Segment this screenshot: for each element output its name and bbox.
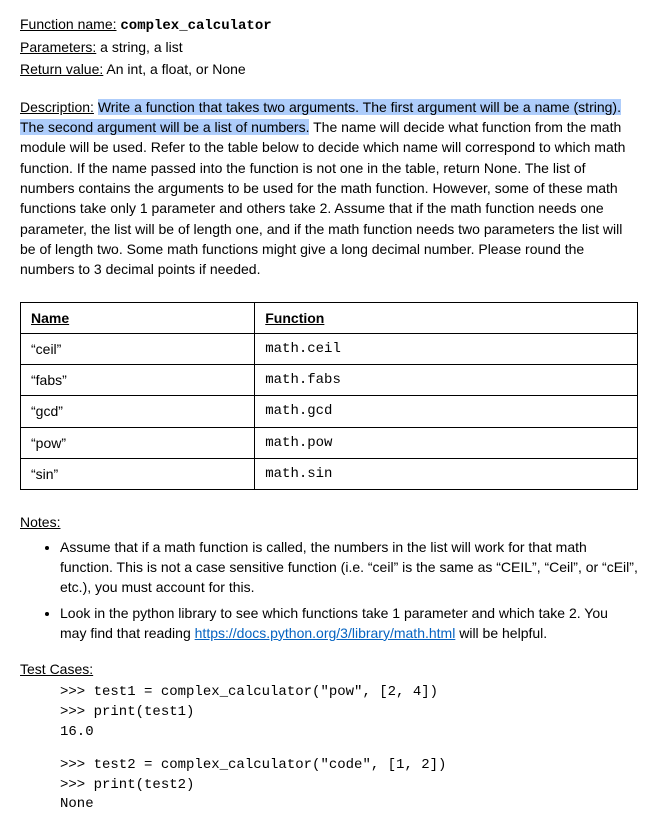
- note2-post: will be helpful.: [455, 625, 547, 641]
- test-block-2: >>> test2 = complex_calculator("code", […: [60, 756, 638, 815]
- table-cell-name: “fabs”: [21, 365, 255, 396]
- notes-label: Notes:: [20, 512, 638, 532]
- return-label: Return value:: [20, 61, 103, 77]
- docs-link[interactable]: https://docs.python.org/3/library/math.h…: [195, 625, 456, 641]
- table-header-function: Function: [255, 302, 638, 333]
- return-value: An int, a float, or None: [106, 61, 245, 77]
- table-cell-func: math.gcd: [255, 396, 638, 427]
- function-table: Name Function “ceil” math.ceil “fabs” ma…: [20, 302, 638, 491]
- table-cell-func: math.sin: [255, 459, 638, 490]
- table-row: “ceil” math.ceil: [21, 333, 638, 364]
- table-cell-func: math.ceil: [255, 333, 638, 364]
- description-block: Description: Write a function that takes…: [20, 97, 638, 280]
- table-row: “pow” math.pow: [21, 427, 638, 458]
- table-cell-name: “ceil”: [21, 333, 255, 364]
- table-header-row: Name Function: [21, 302, 638, 333]
- list-item: Look in the python library to see which …: [60, 603, 638, 644]
- parameters-value: a string, a list: [100, 39, 182, 55]
- function-name-value: complex_calculator: [120, 18, 271, 34]
- notes-list: Assume that if a math function is called…: [20, 537, 638, 643]
- table-row: “sin” math.sin: [21, 459, 638, 490]
- table-row: “gcd” math.gcd: [21, 396, 638, 427]
- description-label: Description:: [20, 99, 94, 115]
- table-cell-func: math.pow: [255, 427, 638, 458]
- table-header-name: Name: [21, 302, 255, 333]
- list-item: Assume that if a math function is called…: [60, 537, 638, 598]
- function-name-label: Function name:: [20, 16, 117, 32]
- test-block-1: >>> test1 = complex_calculator("pow", [2…: [60, 683, 638, 742]
- description-rest: The name will decide what function from …: [20, 119, 625, 277]
- return-line: Return value: An int, a float, or None: [20, 59, 638, 79]
- table-cell-func: math.fabs: [255, 365, 638, 396]
- parameters-label: Parameters:: [20, 39, 96, 55]
- table-row: “fabs” math.fabs: [21, 365, 638, 396]
- table-cell-name: “gcd”: [21, 396, 255, 427]
- table-cell-name: “sin”: [21, 459, 255, 490]
- function-name-line: Function name: complex_calculator: [20, 14, 638, 36]
- parameters-line: Parameters: a string, a list: [20, 37, 638, 57]
- table-cell-name: “pow”: [21, 427, 255, 458]
- description-highlight-2[interactable]: second argument will be a list of number…: [48, 119, 309, 135]
- test-cases-label: Test Cases:: [20, 659, 638, 679]
